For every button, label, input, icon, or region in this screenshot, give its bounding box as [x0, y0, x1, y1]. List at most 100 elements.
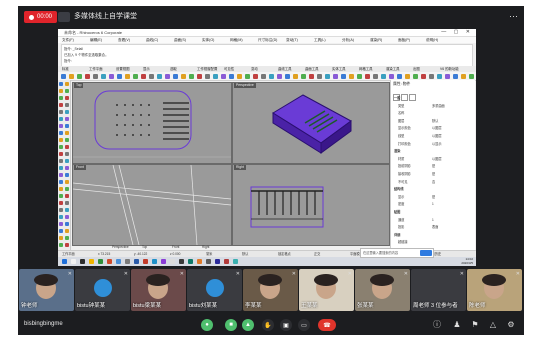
- toolbar-icon[interactable]: [205, 73, 210, 79]
- taskbar-app-icon[interactable]: [233, 259, 238, 264]
- tool-icon[interactable]: [64, 159, 69, 163]
- toolbar-icon[interactable]: [421, 73, 426, 79]
- toolbar-icon[interactable]: [261, 73, 266, 79]
- taskbar-app-icon[interactable]: [143, 259, 148, 264]
- search-button[interactable]: [420, 250, 432, 256]
- menu-item[interactable]: 说明(H): [426, 37, 438, 43]
- toolbar-icon[interactable]: [277, 73, 282, 79]
- tool-icon[interactable]: [64, 110, 69, 114]
- property-value[interactable]: 是: [432, 172, 435, 177]
- screen-icon[interactable]: ▭: [298, 319, 310, 331]
- toolbar-icon[interactable]: [365, 73, 370, 79]
- tool-icon[interactable]: [59, 117, 63, 121]
- menu-item[interactable]: 编辑(E): [90, 37, 102, 43]
- property-value[interactable]: 1: [432, 218, 434, 223]
- property-row[interactable]: 线型 以图层: [394, 134, 472, 139]
- toolbar-icon[interactable]: [469, 73, 474, 79]
- toolbar-icon[interactable]: [189, 73, 194, 79]
- taskbar-app-icon[interactable]: [116, 259, 121, 264]
- taskbar-app-icon[interactable]: [125, 259, 130, 264]
- toolbar-icon[interactable]: [429, 73, 434, 79]
- tool-icon[interactable]: [59, 215, 63, 219]
- property-value[interactable]: 默认: [432, 119, 438, 124]
- property-value[interactable]: 多重曲面: [432, 104, 445, 109]
- tool-icon[interactable]: [64, 89, 69, 93]
- taskbar-app-icon[interactable]: [152, 259, 157, 264]
- menu-item[interactable]: 查看(V): [118, 37, 130, 43]
- property-row[interactable]: 显示颜色 以图层: [394, 126, 472, 131]
- viewport-top[interactable]: Top: [72, 82, 232, 164]
- tool-icon[interactable]: [64, 201, 69, 205]
- property-row[interactable]: 投射阴影 是: [394, 164, 472, 169]
- toolbar-icon[interactable]: [461, 73, 466, 79]
- toolbar-icon[interactable]: [269, 73, 274, 79]
- taskbar-app-icon[interactable]: [89, 259, 94, 264]
- taskbar-app-icon[interactable]: [62, 259, 67, 264]
- toolbar-icon[interactable]: [453, 73, 458, 79]
- toolbar-icon[interactable]: [357, 73, 362, 79]
- record-icon[interactable]: △: [488, 320, 498, 330]
- camera-icon[interactable]: ■: [225, 319, 237, 331]
- tool-icon[interactable]: [64, 152, 69, 156]
- menu-item[interactable]: 尺寸标注(D): [258, 37, 277, 43]
- menu-item[interactable]: 渲染(R): [370, 37, 382, 43]
- mic-icon[interactable]: ●: [201, 319, 213, 331]
- tool-icon[interactable]: [59, 131, 63, 135]
- property-value[interactable]: 以图层: [432, 157, 442, 162]
- toolbar-icon[interactable]: [437, 73, 442, 79]
- toolbar-icon[interactable]: [149, 73, 154, 79]
- toolbar-icon[interactable]: [101, 73, 106, 79]
- toolbar-icon[interactable]: [93, 73, 98, 79]
- toolbar-icon[interactable]: [141, 73, 146, 79]
- toolbar-icon[interactable]: [301, 73, 306, 79]
- menu-item[interactable]: 变动(T): [286, 37, 298, 43]
- tool-icon[interactable]: [59, 96, 63, 100]
- tool-icon[interactable]: [59, 173, 63, 177]
- property-row[interactable]: 超链接: [394, 240, 472, 245]
- taskbar-app-icon[interactable]: [80, 259, 85, 264]
- toolbar-icon[interactable]: [389, 73, 394, 79]
- toolbar-icon[interactable]: [293, 73, 298, 79]
- tool-icon[interactable]: [59, 124, 63, 128]
- tool-icon[interactable]: [64, 208, 69, 212]
- toolbar-icon[interactable]: [181, 73, 186, 79]
- toolbar-icon[interactable]: [349, 73, 354, 79]
- tool-icon[interactable]: [59, 159, 63, 163]
- property-value[interactable]: 是: [432, 195, 435, 200]
- menu-item[interactable]: 文件(F): [62, 37, 74, 43]
- toolbar-icon[interactable]: [309, 73, 314, 79]
- command-prompt[interactable]: 指令:: [64, 58, 72, 63]
- taskbar-app-icon[interactable]: [206, 259, 211, 264]
- taskbar-app-icon[interactable]: [179, 259, 184, 264]
- taskbar-app-icon[interactable]: [224, 259, 229, 264]
- toolbar-icon[interactable]: [221, 73, 226, 79]
- tool-icon[interactable]: [64, 173, 69, 177]
- taskbar-app-icon[interactable]: [170, 259, 175, 264]
- toolbar-icon[interactable]: [325, 73, 330, 79]
- tool-icon[interactable]: [64, 131, 69, 135]
- tool-icon[interactable]: [59, 208, 63, 212]
- toolbar-icon[interactable]: [77, 73, 82, 79]
- tool-icon[interactable]: [64, 96, 69, 100]
- menu-item[interactable]: 曲线(C): [146, 37, 158, 43]
- taskbar-app-icon[interactable]: [197, 259, 202, 264]
- tool-icon[interactable]: [64, 103, 69, 107]
- tool-icon[interactable]: [64, 117, 69, 121]
- property-value[interactable]: 1: [432, 202, 434, 207]
- tool-icon[interactable]: [64, 243, 69, 247]
- toolbar-icon[interactable]: [109, 73, 114, 79]
- toolbar-icon[interactable]: [397, 73, 402, 79]
- tool-icon[interactable]: [59, 180, 63, 184]
- taskbar-app-icon[interactable]: [215, 259, 220, 264]
- property-value[interactable]: 否: [432, 180, 435, 185]
- menu-item[interactable]: 实体(O): [202, 37, 214, 43]
- property-row[interactable]: 名称: [394, 111, 472, 116]
- chat-icon[interactable]: ▣: [280, 319, 292, 331]
- viewport-right[interactable]: Right: [232, 164, 390, 246]
- participant-tile[interactable]: ✕ 张某某: [355, 269, 410, 311]
- tool-icon[interactable]: [64, 215, 69, 219]
- taskbar-app-icon[interactable]: [107, 259, 112, 264]
- tool-icon[interactable]: [64, 180, 69, 184]
- toolbar-icon[interactable]: [373, 73, 378, 79]
- toolbar-icon[interactable]: [125, 73, 130, 79]
